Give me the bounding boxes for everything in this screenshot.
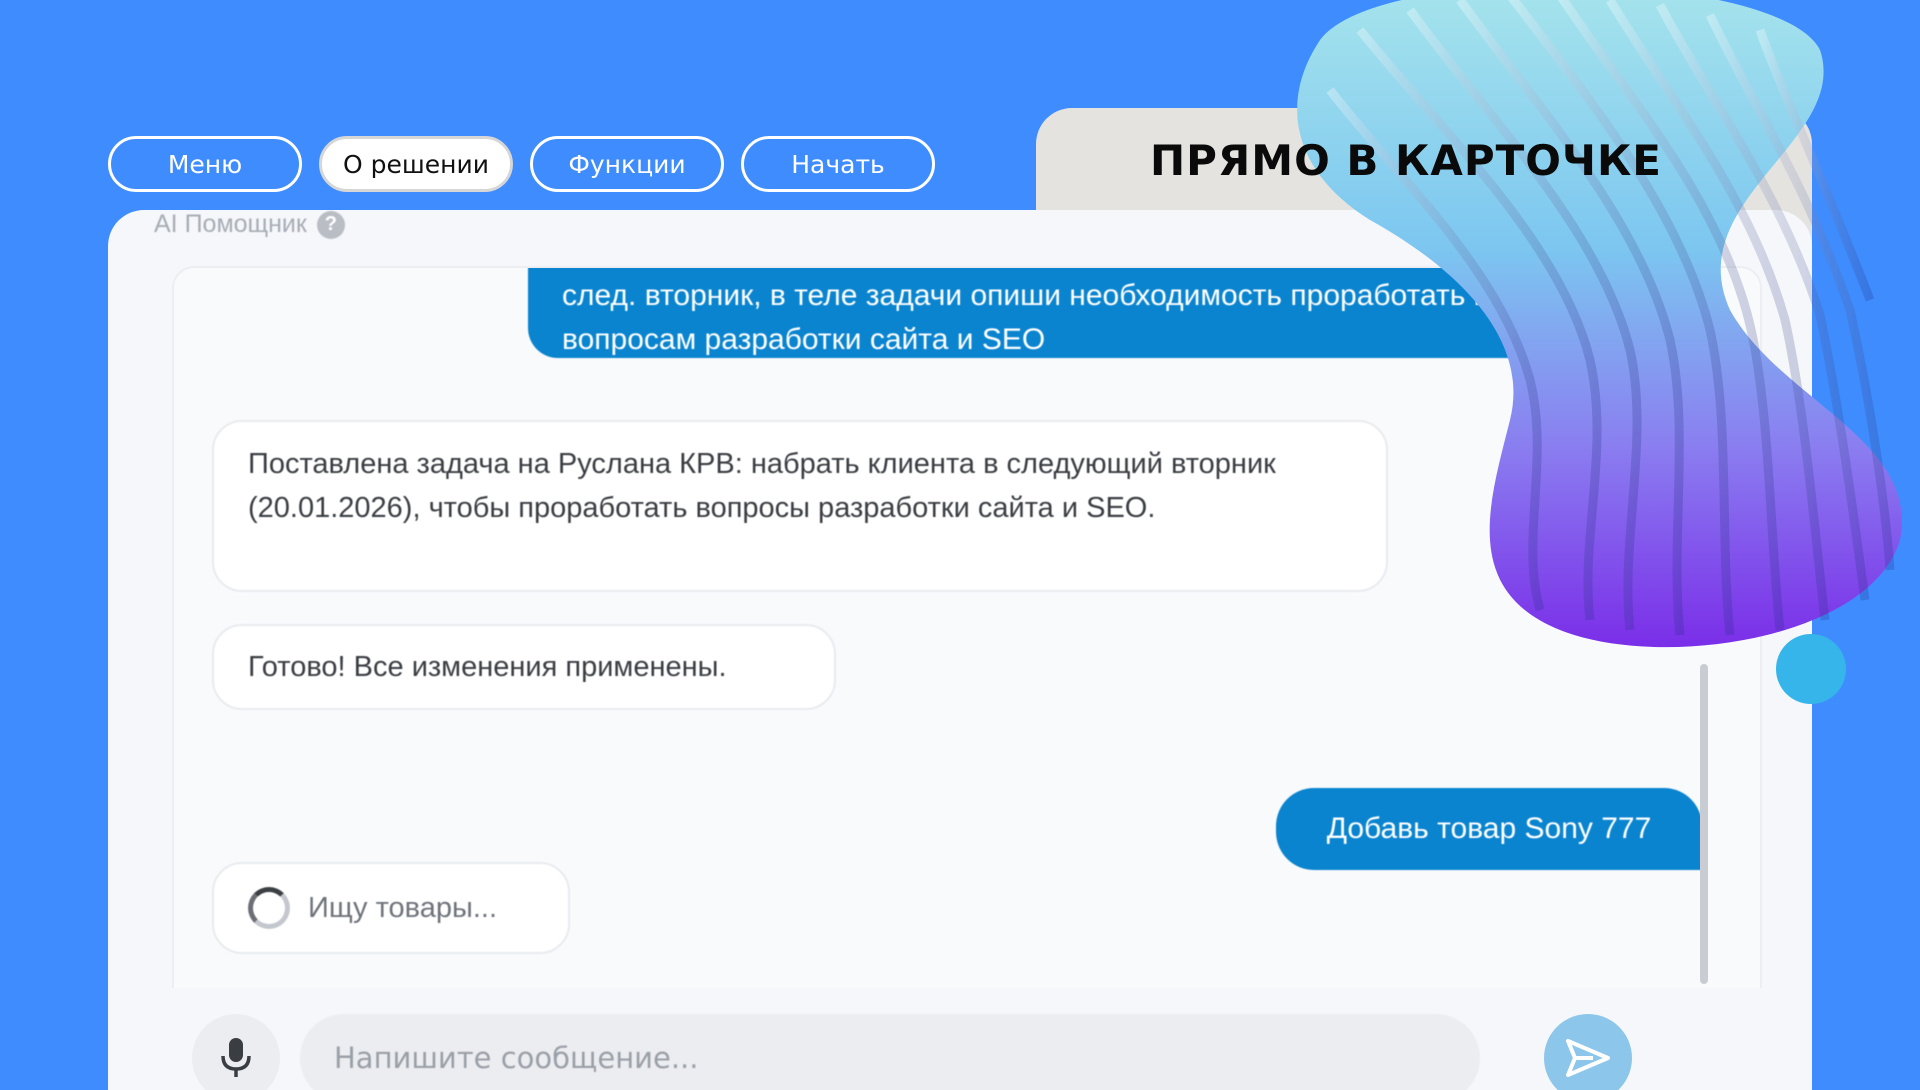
assistant-message: Готово! Все изменения применены. — [212, 624, 836, 710]
top-nav: Меню О решении Функции Начать — [108, 136, 935, 192]
send-button[interactable] — [1544, 1014, 1632, 1090]
nav-start-button[interactable]: Начать — [741, 136, 935, 192]
assistant-loading-message: Ищу товары... — [212, 862, 570, 954]
page-heading: ПРЯМО В КАРТОЧКЕ — [1150, 136, 1662, 185]
nav-about-button[interactable]: О решении — [319, 136, 513, 192]
input-row — [108, 1000, 1812, 1090]
send-icon — [1566, 1039, 1610, 1077]
nav-menu-button[interactable]: Меню — [108, 136, 302, 192]
panel-title-text: AI Помощник — [154, 210, 307, 238]
side-badge — [1776, 634, 1846, 704]
microphone-icon — [221, 1038, 251, 1077]
nav-features-button[interactable]: Функции — [530, 136, 724, 192]
user-message: Добавь товар Sony 777 — [1276, 788, 1702, 870]
message-input[interactable] — [300, 1014, 1480, 1090]
microphone-button[interactable] — [192, 1014, 280, 1090]
loading-label: Ищу товары... — [308, 892, 498, 924]
user-message: след. вторник, в теле задачи опиши необх… — [528, 268, 1678, 358]
panel-title: AI Помощник ? — [154, 210, 345, 239]
assistant-message: Поставлена задача на Руслана КРВ: набрат… — [212, 420, 1388, 592]
help-icon[interactable]: ? — [316, 210, 345, 239]
chat-scrollbar[interactable] — [1700, 664, 1708, 984]
spinner-icon — [248, 887, 290, 929]
assistant-panel: AI Помощник ? след. вторник, в теле зада… — [108, 210, 1812, 1090]
chat-area: след. вторник, в теле задачи опиши необх… — [172, 266, 1762, 988]
